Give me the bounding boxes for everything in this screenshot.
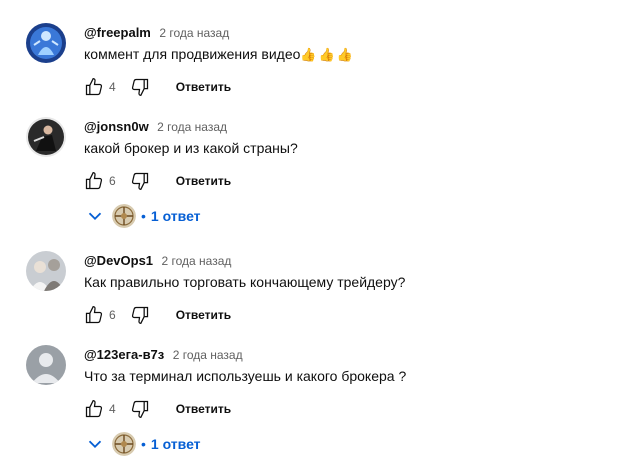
creator-avatar [112,204,136,228]
ornament-avatar-icon [112,432,136,456]
reply-button[interactable]: Ответить [176,80,231,94]
thumb-up-icon [85,306,103,324]
like-count: 4 [109,80,116,94]
comment-body: коммент для продвижения видео [84,46,301,62]
comment-text: Как правильно торговать кончающему трейд… [84,274,406,290]
thumb-down-icon [131,400,148,418]
like-button[interactable] [84,171,104,191]
comment-actions: 6 Ответить [84,169,231,193]
comment-time[interactable]: 2 года назад [173,348,243,362]
author-avatar[interactable] [26,345,66,385]
comment-time[interactable]: 2 года назад [159,26,229,40]
view-replies-button[interactable]: • 1 ответ [84,203,201,229]
reply-button[interactable]: Ответить [176,402,231,416]
comment-time[interactable]: 2 года назад [162,254,232,268]
thumb-down-icon [131,306,148,324]
thumb-up-icon [85,400,103,418]
comment-actions: 4 Ответить [84,75,231,99]
like-count: 6 [109,174,116,188]
comment-text: коммент для продвижения видео👍👍👍 [84,46,355,63]
view-replies-button[interactable]: • 1 ответ [84,431,201,457]
replies-count: 1 ответ [150,208,201,224]
author-name[interactable]: @jonsn0w [84,119,149,134]
comment-actions: 4 Ответить [84,397,231,421]
creator-avatar [112,432,136,456]
reply-button[interactable]: Ответить [176,174,231,188]
reply-button[interactable]: Ответить [176,308,231,322]
thumb-up-icon [85,172,103,190]
dislike-button[interactable] [130,171,150,191]
thumb-up-icon [85,78,103,96]
like-button[interactable] [84,305,104,325]
comment-text: Что за терминал используешь и какого бро… [84,368,407,384]
ornament-avatar-icon [112,204,136,228]
replies-count: 1 ответ [150,436,201,452]
author-name[interactable]: @freepalm [84,25,151,40]
dark-figure-avatar-icon [26,117,66,157]
author-name[interactable]: @DevOps1 [84,253,153,268]
photo-people-avatar-icon [26,251,66,291]
default-person-avatar-icon [26,345,66,385]
author-avatar[interactable] [26,251,66,291]
comment-time[interactable]: 2 года назад [157,120,227,134]
thumb-down-icon [131,78,148,96]
dislike-button[interactable] [130,305,150,325]
comment-actions: 6 Ответить [84,303,231,327]
blue-figure-avatar-icon [26,23,66,63]
like-button[interactable] [84,77,104,97]
author-avatar[interactable] [26,23,66,63]
like-button[interactable] [84,399,104,419]
thumbs-up-emoji: 👍👍👍 [300,47,355,62]
dislike-button[interactable] [130,77,150,97]
chevron-down-icon [84,205,106,227]
author-avatar[interactable] [26,117,66,157]
dislike-button[interactable] [130,399,150,419]
separator-dot: • [141,436,146,452]
separator-dot: • [141,208,146,224]
thumb-down-icon [131,172,148,190]
like-count: 4 [109,402,116,416]
like-count: 6 [109,308,116,322]
comment-text: какой брокер и из какой страны? [84,140,298,156]
chevron-down-icon [84,433,106,455]
author-name[interactable]: @123ега-в7з [84,347,164,362]
